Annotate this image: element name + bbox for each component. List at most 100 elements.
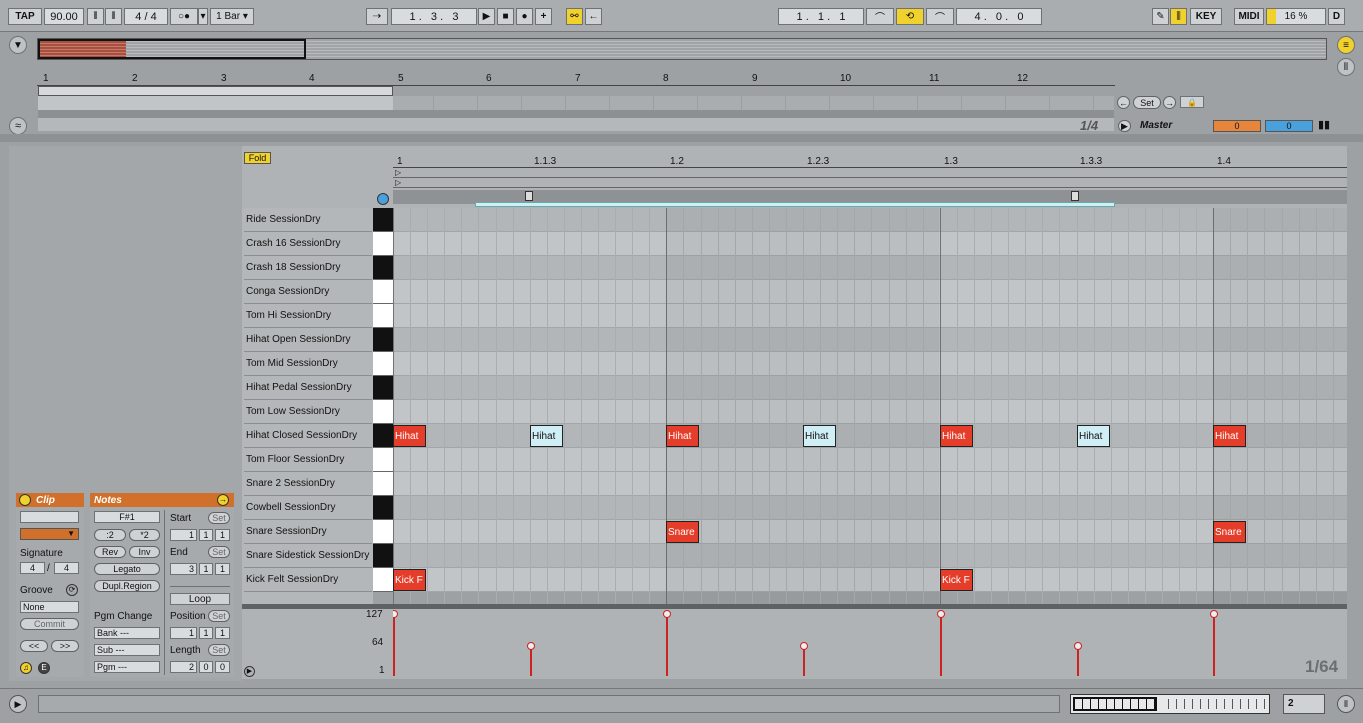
midi-note[interactable]: Hihat: [666, 425, 699, 447]
key-label[interactable]: Tom Mid SessionDry: [244, 352, 372, 376]
double-time-button[interactable]: *2: [129, 529, 160, 541]
nudge-up-button[interactable]: ⫴: [105, 8, 122, 25]
sub-field[interactable]: Sub ---: [94, 644, 160, 656]
clip-next-button[interactable]: >>: [51, 640, 79, 652]
velocity-stem[interactable]: [393, 610, 398, 676]
key-label[interactable]: Hihat Pedal SessionDry: [244, 376, 372, 400]
key-label[interactable]: Tom Low SessionDry: [244, 400, 372, 424]
piano-key-white[interactable]: [373, 232, 393, 256]
half-time-button[interactable]: :2: [94, 529, 126, 541]
midi-note[interactable]: Snare: [666, 521, 699, 543]
record-button[interactable]: ●: [516, 8, 533, 25]
loop-length-field[interactable]: 4 . 0 . 0: [956, 8, 1042, 25]
preview-icon[interactable]: [377, 193, 389, 205]
duplicate-region-button[interactable]: Dupl.Region: [94, 580, 160, 592]
piano-key-white[interactable]: [373, 400, 393, 424]
midi-note[interactable]: Hihat: [1213, 425, 1246, 447]
quantize-select[interactable]: 1 Bar ▾: [210, 8, 254, 25]
note-key-field[interactable]: F#1: [94, 511, 160, 523]
piano-key-white[interactable]: [373, 448, 393, 472]
back-to-arrangement-button[interactable]: ←: [585, 8, 602, 25]
end-beat-field[interactable]: 1: [199, 563, 213, 575]
key-label[interactable]: Cowbell SessionDry: [244, 496, 372, 520]
groove-hot-swap-icon[interactable]: ⟳: [66, 584, 78, 596]
commit-button[interactable]: Commit: [20, 618, 79, 630]
length-bar-field[interactable]: 2: [170, 661, 197, 673]
signature-denominator[interactable]: 4: [54, 562, 79, 574]
loop-bar[interactable]: ▷: [393, 168, 1347, 178]
velocity-expand-icon[interactable]: ▶: [244, 666, 255, 677]
set-locator-button[interactable]: Set: [1133, 96, 1161, 109]
stop-button[interactable]: ■: [497, 8, 514, 25]
piano-key-black[interactable]: [373, 544, 393, 568]
position-sixteenth-field[interactable]: 1: [215, 627, 230, 639]
nudge-down-button[interactable]: ⫴: [87, 8, 104, 25]
marker-b-icon[interactable]: [1071, 191, 1079, 201]
notes-expand-icon[interactable]: →: [217, 494, 229, 506]
velocity-handle[interactable]: [527, 642, 535, 650]
lock-icon[interactable]: 🔒: [1180, 96, 1204, 108]
piano-key-white[interactable]: [373, 280, 393, 304]
velocity-stem[interactable]: [800, 642, 808, 676]
key-label[interactable]: Crash 16 SessionDry: [244, 232, 372, 256]
key-label[interactable]: Tom Hi SessionDry: [244, 304, 372, 328]
piano-key-black[interactable]: [373, 256, 393, 280]
clip-name-field[interactable]: [20, 511, 79, 523]
position-beat-field[interactable]: 1: [199, 627, 213, 639]
velocity-stem[interactable]: [1074, 642, 1082, 676]
piano-key-white[interactable]: [373, 472, 393, 496]
punch-out-button[interactable]: ⌒: [926, 8, 954, 25]
overview-strip[interactable]: [37, 38, 1327, 60]
length-sixteenth-field[interactable]: 0: [215, 661, 230, 673]
velocity-handle[interactable]: [393, 610, 398, 618]
velocity-handle[interactable]: [1210, 610, 1218, 618]
metronome-button[interactable]: ○●: [170, 8, 198, 25]
key-label[interactable]: Conga SessionDry: [244, 280, 372, 304]
metronome-menu-icon[interactable]: ▾: [198, 8, 208, 25]
piano-key-black[interactable]: [373, 424, 393, 448]
position-bar-field[interactable]: 1: [170, 627, 197, 639]
arrangement-view-icon[interactable]: ⦀: [1337, 58, 1355, 76]
signature-numerator[interactable]: 4: [20, 562, 45, 574]
start-beat-field[interactable]: 1: [199, 529, 213, 541]
draw-mode-button[interactable]: ✎: [1152, 8, 1169, 25]
midi-note[interactable]: Snare: [1213, 521, 1246, 543]
length-set-button[interactable]: Set: [208, 644, 230, 656]
midi-note[interactable]: Hihat: [803, 425, 836, 447]
velocity-stem[interactable]: [1210, 610, 1218, 676]
midi-note[interactable]: Kick F: [393, 569, 426, 591]
arrangement-loop-brace[interactable]: [38, 86, 393, 96]
bar-overview[interactable]: [1070, 694, 1270, 714]
master-value-b[interactable]: 0: [1265, 120, 1313, 132]
groove-pool-icon[interactable]: ≈: [9, 117, 27, 135]
velocity-handle[interactable]: [937, 610, 945, 618]
envelope-toggle-icon[interactable]: E: [38, 662, 50, 674]
end-sixteenth-field[interactable]: 1: [215, 563, 230, 575]
velocity-handle[interactable]: [800, 642, 808, 650]
clip-color-select[interactable]: ▼: [20, 528, 79, 540]
start-sixteenth-field[interactable]: 1: [215, 529, 230, 541]
clip-toggle-icon[interactable]: ♫: [20, 662, 32, 674]
midi-note[interactable]: Hihat: [530, 425, 563, 447]
midi-note[interactable]: Kick F: [940, 569, 973, 591]
computer-keyboard-button[interactable]: ⫼: [1170, 8, 1187, 25]
reverse-button[interactable]: Rev: [94, 546, 126, 558]
track-number-badge[interactable]: 2: [1283, 694, 1325, 714]
punch-in-button[interactable]: ⌒: [866, 8, 894, 25]
velocity-stem[interactable]: [663, 610, 671, 676]
follow-button[interactable]: ⇢: [366, 8, 388, 25]
master-play-icon[interactable]: ▶: [1118, 120, 1131, 132]
tempo-field[interactable]: 90.00: [44, 8, 84, 25]
overdub-button[interactable]: +: [535, 8, 552, 25]
note-grid[interactable]: Hihat Hihat Hihat Hihat Hihat Hihat Hihat Snare…: [393, 208, 1347, 604]
end-set-button[interactable]: Set: [208, 546, 230, 558]
key-label[interactable]: Snare 2 SessionDry: [244, 472, 372, 496]
tap-button[interactable]: TAP: [8, 8, 42, 25]
key-label[interactable]: Tom Floor SessionDry: [244, 448, 372, 472]
play-button[interactable]: ▶: [478, 8, 495, 25]
status-play-icon[interactable]: ▶: [9, 695, 27, 713]
left-toggle-icon[interactable]: ▼: [9, 36, 27, 54]
start-bar-field[interactable]: 1: [170, 529, 197, 541]
key-label[interactable]: Snare SessionDry: [244, 520, 372, 544]
loop-switch-button[interactable]: ⟲: [896, 8, 924, 25]
